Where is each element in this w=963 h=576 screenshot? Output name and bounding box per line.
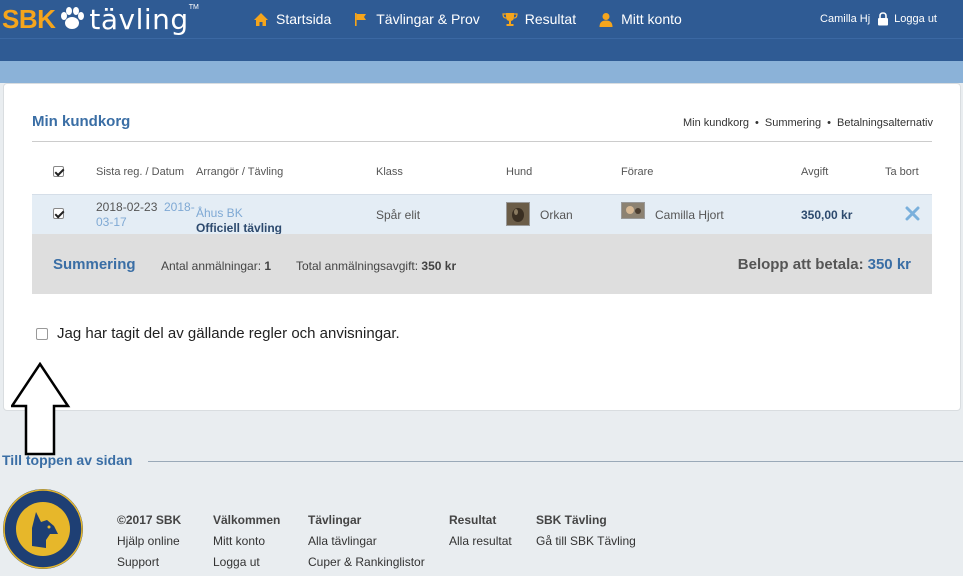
breadcrumb: Min kundkorg • Summering • Betalningsalt… xyxy=(683,117,933,129)
footer-heading: ©2017 SBK xyxy=(117,513,182,527)
col-header-dog: Hund xyxy=(506,166,533,178)
footer-link-logout[interactable]: Logga ut xyxy=(213,555,280,569)
event-date-line1: 2018- xyxy=(164,200,195,214)
user-icon xyxy=(599,12,613,27)
remove-icon[interactable] xyxy=(905,206,920,221)
footer-link-all-results[interactable]: Alla resultat xyxy=(449,534,512,548)
header-band-light xyxy=(0,61,963,83)
nav-resultat[interactable]: Resultat xyxy=(502,11,576,27)
entry-count-value: 1 xyxy=(264,259,272,273)
nav-mitt-konto[interactable]: Mitt konto xyxy=(598,11,682,27)
flag-icon xyxy=(355,12,367,26)
footer-col-sbk-tavling: SBK Tävling Gå till SBK Tävling xyxy=(536,513,636,555)
dog-photo xyxy=(506,202,530,226)
paw-icon xyxy=(61,7,85,29)
footer-col-welcome: Välkommen Mitt konto Logga ut xyxy=(213,513,280,576)
col-header-fee: Avgift xyxy=(801,166,829,178)
amount-to-pay-value: 350 kr xyxy=(867,256,911,273)
class-value: Spår elit xyxy=(376,208,421,222)
logout-label: Logga ut xyxy=(894,13,937,25)
col-header-organizer: Arrangör / Tävling xyxy=(196,166,284,178)
nav-tavlingar-label: Tävlingar & Prov xyxy=(376,11,480,27)
nav-tavlingar[interactable]: Tävlingar & Prov xyxy=(353,11,480,27)
footer-col-sbk: ©2017 SBK Hjälp online Support xyxy=(117,513,181,576)
footer-link-help[interactable]: Hjälp online xyxy=(117,534,181,548)
last-reg-date: 2018-02-23 xyxy=(96,200,158,214)
dog-name: Orkan xyxy=(540,208,573,222)
user-name[interactable]: Camilla Hj xyxy=(820,13,870,25)
cart-panel: Min kundkorg Min kundkorg • Summering • … xyxy=(3,83,961,411)
breadcrumb-step-cart: Min kundkorg xyxy=(682,117,750,129)
organizer-link[interactable]: Åhus BK xyxy=(196,206,243,220)
logout-link[interactable]: Logga ut xyxy=(877,12,937,26)
logo-tavling-text: tävling xyxy=(89,2,189,36)
footer-link-all-competitions[interactable]: Alla tävlingar xyxy=(308,534,425,548)
logo-trademark: TM xyxy=(188,3,199,11)
fee-value: 350,00 kr xyxy=(801,208,853,222)
main-nav: Startsida Tävlingar & Prov Resultat Mitt… xyxy=(253,0,704,38)
breadcrumb-step-summary: Summering xyxy=(764,117,822,129)
footer-col-results: Resultat Alla resultat xyxy=(449,513,512,555)
amount-to-pay-label: Belopp att betala: xyxy=(737,256,864,273)
top-navigation-bar: SBK tävling TM Startsida Tävlingar & Pro… xyxy=(0,0,963,38)
row-checkbox[interactable] xyxy=(53,208,64,219)
entry-count-label: Antal anmälningar: xyxy=(161,259,262,273)
trophy-icon xyxy=(502,12,518,26)
logo-sbk-text: SBK xyxy=(2,3,56,34)
nav-startsida[interactable]: Startsida xyxy=(253,11,331,27)
col-header-handler: Förare xyxy=(621,166,654,178)
nav-mitt-konto-label: Mitt konto xyxy=(621,11,682,27)
footer-link-goto-sbk[interactable]: Gå till SBK Tävling xyxy=(536,534,636,548)
amount-to-pay: Belopp att betala: 350 kr xyxy=(738,256,911,273)
up-arrow-annotation xyxy=(11,362,71,456)
footer-heading: Tävlingar xyxy=(308,513,362,527)
footer-link-my-account[interactable]: Mitt konto xyxy=(213,534,280,548)
footer-link-support[interactable]: Support xyxy=(117,555,181,569)
title-divider xyxy=(32,141,932,142)
event-date-line2: 03-17 xyxy=(96,215,127,229)
entry-count: Antal anmälningar: 1 xyxy=(161,259,271,273)
user-area: Camilla Hj Logga ut xyxy=(820,0,937,38)
competition-type: Officiell tävling xyxy=(196,221,283,235)
home-icon xyxy=(254,12,268,26)
breadcrumb-step-payment: Betalningsalternativ xyxy=(836,117,933,129)
back-to-top-link[interactable]: Till toppen av sidan xyxy=(2,452,132,468)
col-header-remove: Ta bort xyxy=(885,166,919,178)
footer-heading: SBK Tävling xyxy=(536,513,607,527)
terms-agreement[interactable]: Jag har tagit del av gällande regler och… xyxy=(36,325,400,342)
lock-icon xyxy=(878,12,889,26)
svenska-brukshundklubben-logo xyxy=(3,489,83,569)
nav-startsida-label: Startsida xyxy=(276,11,332,27)
terms-label[interactable]: Jag har tagit del av gällande regler och… xyxy=(57,325,400,342)
select-all-checkbox[interactable] xyxy=(53,166,64,177)
footer-heading: Välkommen xyxy=(213,513,281,527)
sbk-tavling-logo[interactable]: SBK tävling TM xyxy=(0,0,199,38)
breadcrumb-separator: • xyxy=(755,117,759,129)
total-fee-value: 350 kr xyxy=(421,259,457,273)
col-header-class: Klass xyxy=(376,166,403,178)
breadcrumb-separator: • xyxy=(827,117,831,129)
nav-resultat-label: Resultat xyxy=(524,11,577,27)
handler-photo xyxy=(621,202,645,219)
total-fee-label: Total anmälningsavgift: xyxy=(296,259,419,273)
footer-link-cups-rankings[interactable]: Cuper & Rankinglistor xyxy=(308,555,425,569)
handler-name: Camilla Hjort xyxy=(655,208,724,222)
total-fee: Total anmälningsavgift: 350 kr xyxy=(296,259,456,273)
footer-heading: Resultat xyxy=(449,513,497,527)
col-header-date: Sista reg. / Datum xyxy=(96,166,185,178)
header-band xyxy=(0,38,963,61)
table-row: 2018-02-23 2018- 03-17 Åhus BK Officiell… xyxy=(32,194,932,235)
page-title: Min kundkorg xyxy=(32,113,131,130)
footer-col-competitions: Tävlingar Alla tävlingar Cuper & Ranking… xyxy=(308,513,425,576)
summary-bar: Summering Antal anmälningar: 1 Total anm… xyxy=(32,234,932,294)
summary-title: Summering xyxy=(53,256,136,273)
terms-checkbox[interactable] xyxy=(36,327,48,340)
back-to-top-divider xyxy=(148,461,963,462)
